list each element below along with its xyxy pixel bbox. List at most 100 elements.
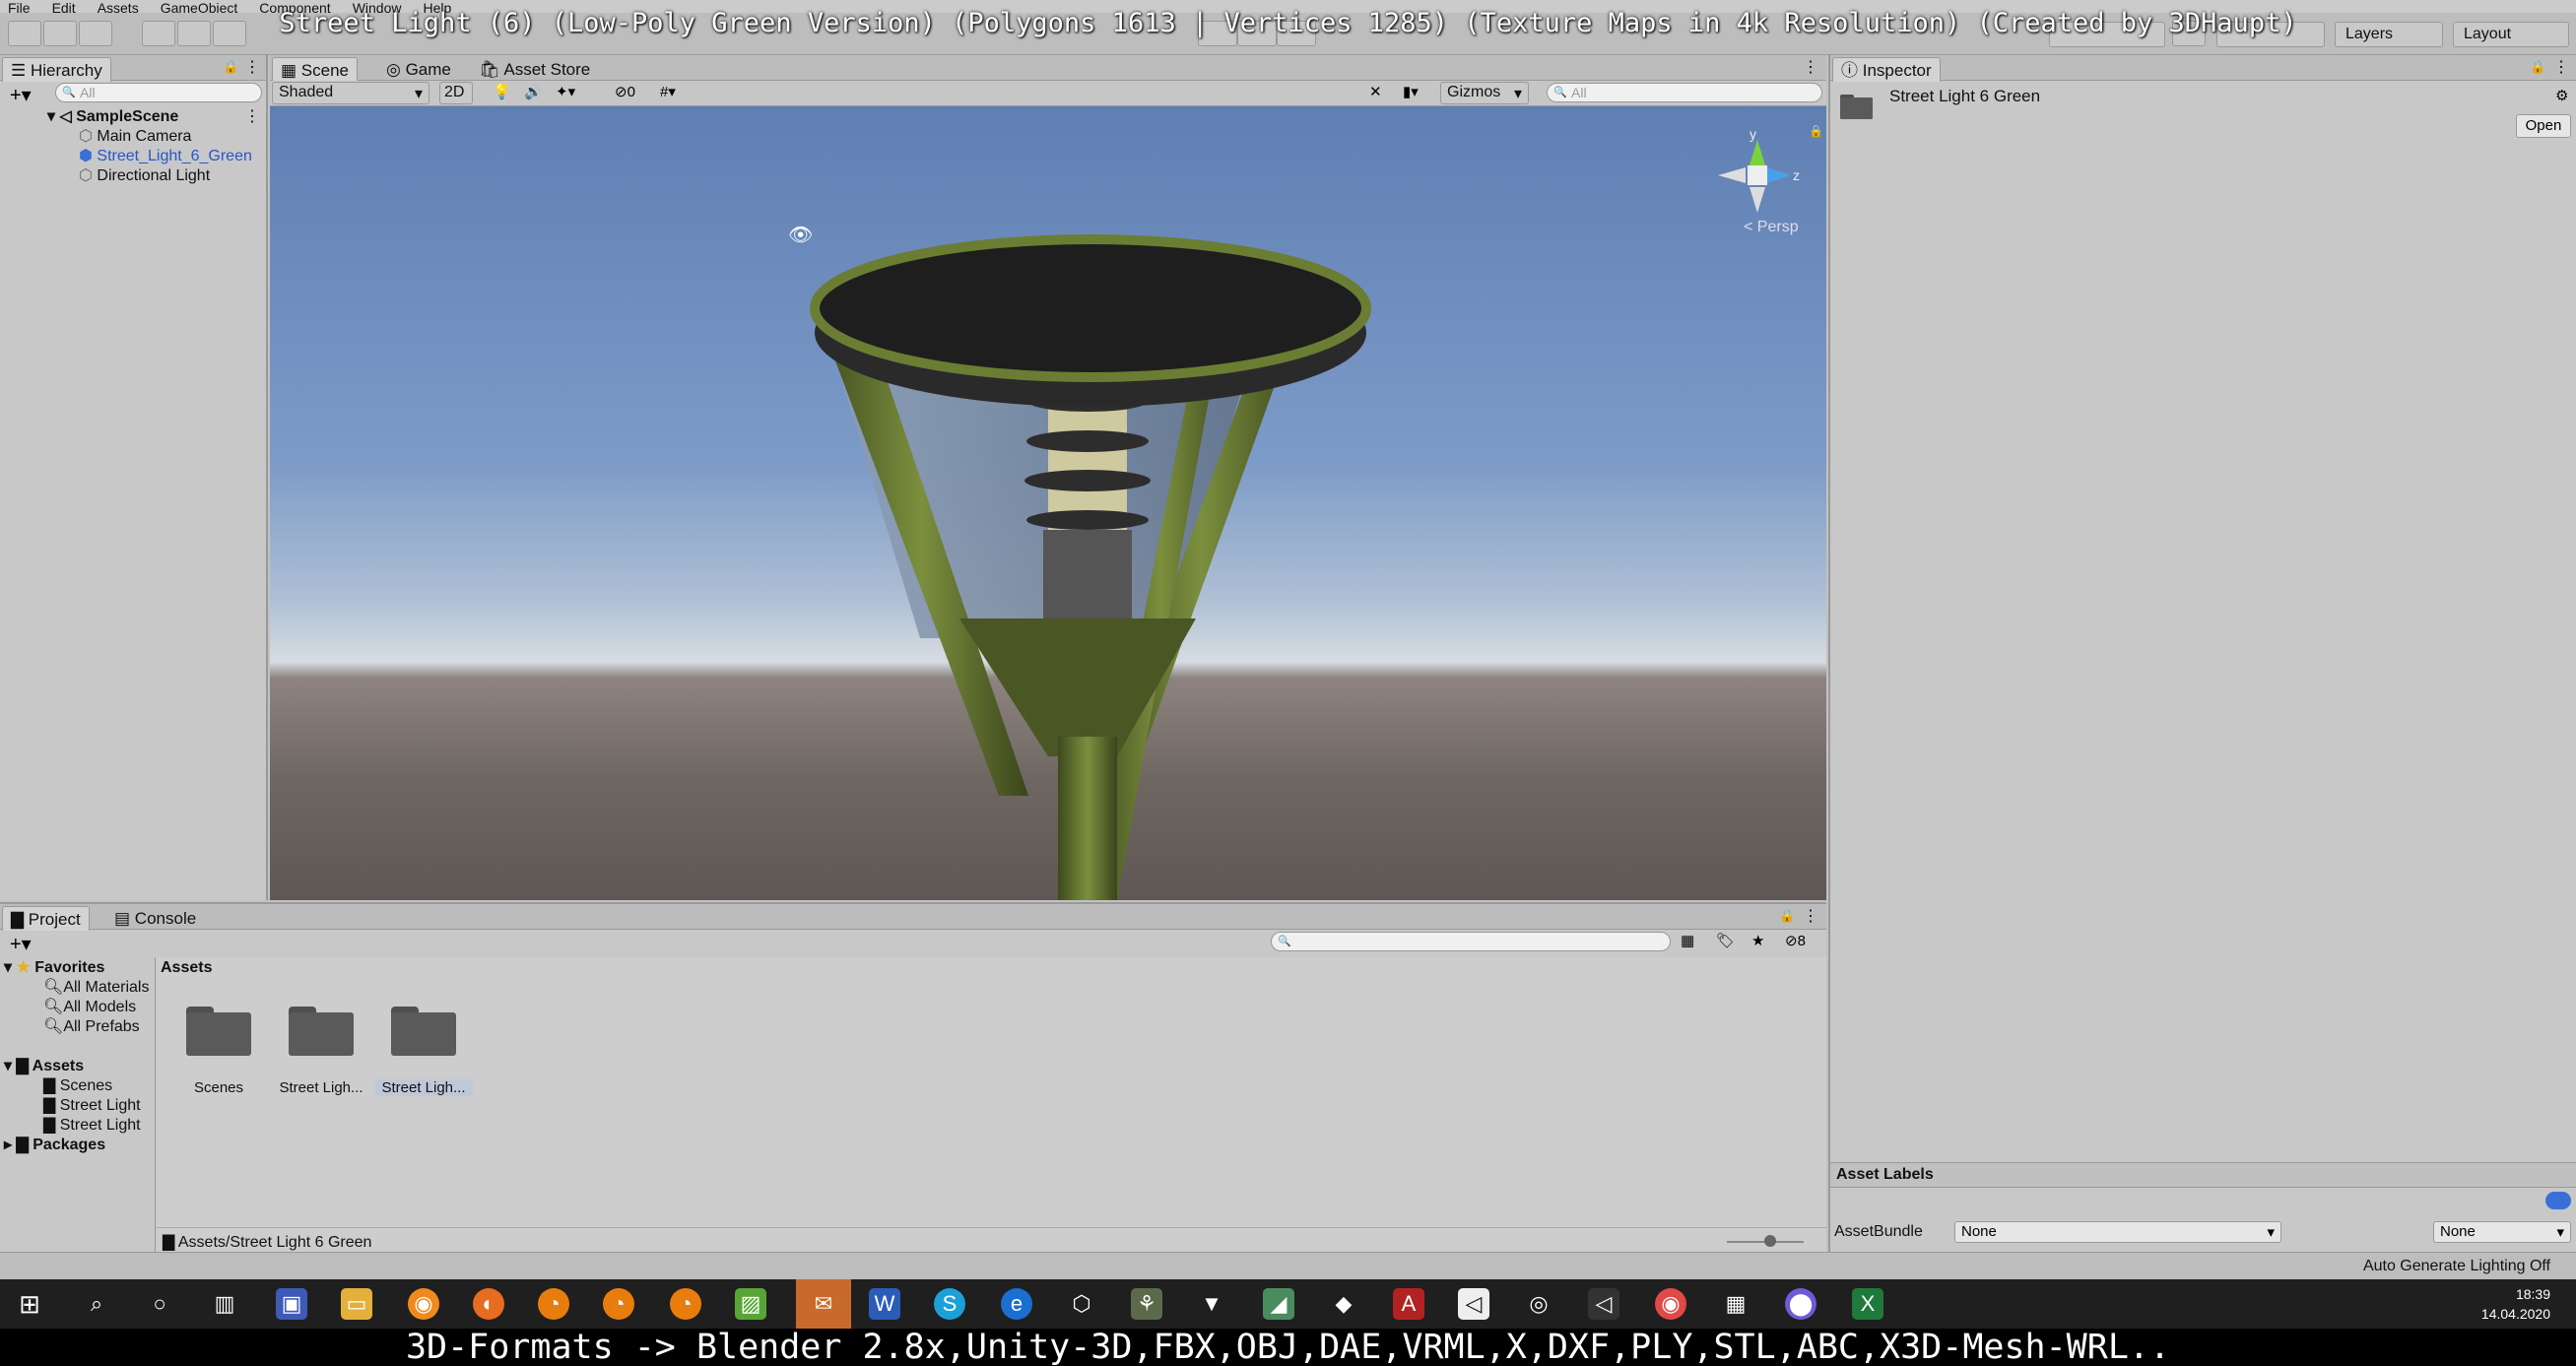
maps-pin-icon[interactable]: ⬤: [1785, 1288, 1816, 1320]
vivaldi-icon[interactable]: ▼: [1196, 1288, 1227, 1320]
favorites-row[interactable]: ▾ ★ Favorites: [4, 957, 104, 977]
tab-scene[interactable]: ▦ Scene: [272, 57, 358, 82]
skype-icon[interactable]: S: [934, 1288, 965, 1320]
assets-tree-row[interactable]: ▾ ▇ Assets: [4, 1056, 84, 1075]
folder-icon[interactable]: [289, 1007, 354, 1056]
panel-menu-icon[interactable]: ⋮: [1803, 57, 1818, 77]
audio-toggle-icon[interactable]: 🔊: [524, 83, 543, 100]
asset-folder-item[interactable]: ▇ Street Light: [43, 1115, 141, 1135]
shading-mode-dropdown[interactable]: Shaded ▾: [272, 82, 429, 104]
cortana-icon[interactable]: ○: [144, 1288, 175, 1320]
lock-icon[interactable]: 🔒: [1779, 908, 1795, 924]
tab-hierarchy[interactable]: ☰ Hierarchy: [2, 57, 111, 82]
3d-viewer-icon[interactable]: ⬡: [1066, 1288, 1097, 1320]
blender-icon[interactable]: ◔: [603, 1288, 634, 1320]
outlook-icon-active[interactable]: ✉: [796, 1279, 851, 1329]
folder-label-selected[interactable]: Street Ligh...: [374, 1079, 473, 1096]
favorite-item[interactable]: 🔍︎All Models: [43, 997, 136, 1016]
packages-tree-row[interactable]: ▸ ▇ Packages: [4, 1135, 105, 1154]
tab-project[interactable]: ▇ Project: [2, 906, 90, 931]
tab-game[interactable]: ◎ Game: [378, 57, 459, 82]
hierarchy-list-icon: ☰: [11, 61, 31, 80]
create-add-button[interactable]: +▾: [10, 83, 32, 107]
grid-toggle-icon[interactable]: #▾: [660, 83, 676, 100]
unity-icon[interactable]: ◁: [1458, 1288, 1489, 1320]
panel-menu-icon[interactable]: ⋮: [244, 57, 260, 77]
calculator-icon[interactable]: ▦: [1720, 1288, 1751, 1320]
asset-folder-item[interactable]: ▇ Scenes: [43, 1075, 112, 1095]
effects-toggle-icon[interactable]: ✦▾: [556, 83, 575, 100]
panel-menu-icon[interactable]: ⋮: [2553, 57, 2569, 77]
hierarchy-item-selected[interactable]: ⬢ Street_Light_6_Green: [79, 146, 252, 165]
lighting-status[interactable]: Auto Generate Lighting Off: [2363, 1258, 2550, 1275]
tab-inspector[interactable]: ⓘ Inspector: [1832, 57, 1941, 82]
camera-dropdown-icon[interactable]: ▮▾: [1403, 83, 1419, 100]
excel-icon[interactable]: X: [1852, 1288, 1883, 1320]
blender-icon[interactable]: ◔: [538, 1288, 569, 1320]
access-icon[interactable]: A: [1393, 1288, 1424, 1320]
clock[interactable]: 18:39 14.04.2020: [2481, 1284, 2550, 1324]
blender-icon[interactable]: ◔: [670, 1288, 701, 1320]
folder-icon-selected[interactable]: [391, 1007, 456, 1056]
gizmos-dropdown[interactable]: Gizmos ▾: [1440, 82, 1529, 104]
hierarchy-item[interactable]: ⬡ Directional Light: [79, 165, 210, 185]
lock-icon[interactable]: 🔒: [1809, 124, 1823, 138]
lock-icon[interactable]: 🔒: [223, 59, 238, 75]
hidden-objects-toggle[interactable]: ⊘0: [615, 83, 635, 100]
favorite-star-icon[interactable]: ★: [1751, 932, 1764, 949]
search-by-type-icon[interactable]: ▦: [1681, 932, 1694, 949]
lighting-toggle-icon[interactable]: 💡: [493, 83, 511, 100]
scene-menu-icon[interactable]: ⋮: [244, 106, 260, 126]
tab-console[interactable]: ▤ Console: [106, 906, 204, 931]
scene-row[interactable]: ▾ ◁ SampleScene: [47, 106, 178, 126]
gizmo-z-arrow[interactable]: [1767, 167, 1791, 183]
gizmo-center-cube[interactable]: [1748, 165, 1767, 185]
save-app-icon[interactable]: ▣: [276, 1288, 307, 1320]
app-icon[interactable]: ◢: [1263, 1288, 1294, 1320]
asset-variant-dropdown[interactable]: None ▾: [2433, 1221, 2571, 1243]
gizmo-neg-y-arrow[interactable]: [1750, 187, 1765, 213]
hierarchy-search-input[interactable]: All: [55, 83, 262, 102]
word-icon[interactable]: W: [869, 1288, 900, 1320]
firefox-icon[interactable]: ◐: [473, 1288, 504, 1320]
settings-gear-icon[interactable]: ⚙: [2555, 87, 2568, 104]
perspective-label[interactable]: < Persp: [1744, 219, 1799, 236]
label-tag-icon[interactable]: [2545, 1192, 2571, 1209]
unity-icon-active[interactable]: ◁: [1588, 1288, 1619, 1320]
file-explorer-icon[interactable]: ▭: [341, 1288, 372, 1320]
windows-start-icon[interactable]: ⊞: [14, 1288, 45, 1320]
edge-icon[interactable]: e: [1001, 1288, 1032, 1320]
gizmo-x-arrow[interactable]: [1718, 167, 1746, 183]
orientation-gizmo[interactable]: y z 🔒 < Persp: [1708, 124, 1826, 242]
unity-hub-icon[interactable]: ◆: [1328, 1288, 1359, 1320]
app-icon[interactable]: ◉: [408, 1288, 439, 1320]
search-by-label-icon[interactable]: 🏷: [1716, 932, 1735, 949]
tools-icon[interactable]: ✕: [1369, 83, 1382, 100]
scene-viewport[interactable]: 👁 y z 🔒 < Persp: [270, 106, 1826, 900]
icon-size-slider-thumb[interactable]: [1764, 1235, 1776, 1247]
create-add-button[interactable]: +▾: [10, 932, 32, 956]
open-button[interactable]: Open: [2516, 114, 2571, 138]
app-icon[interactable]: ⚘: [1131, 1288, 1162, 1320]
task-view-icon[interactable]: ▥: [209, 1288, 240, 1320]
app-icon[interactable]: ◉: [1655, 1288, 1686, 1320]
folder-label[interactable]: Street Ligh...: [272, 1079, 370, 1096]
folder-icon[interactable]: [186, 1007, 251, 1056]
obs-icon[interactable]: ◎: [1523, 1288, 1554, 1320]
scene-search-input[interactable]: All: [1547, 83, 1822, 102]
favorite-item[interactable]: 🔍︎All Materials: [43, 977, 149, 997]
2d-toggle[interactable]: 2D: [439, 82, 473, 104]
hierarchy-item[interactable]: ⬡ Main Camera: [79, 126, 191, 146]
asset-folder-item[interactable]: ▇ Street Light: [43, 1095, 141, 1115]
lock-icon[interactable]: 🔒: [2530, 59, 2545, 75]
image-editor-icon[interactable]: ▨: [735, 1288, 766, 1320]
project-search-input[interactable]: [1271, 932, 1671, 951]
favorite-item[interactable]: 🔍︎All Prefabs: [43, 1016, 140, 1036]
panel-menu-icon[interactable]: ⋮: [1803, 906, 1818, 926]
tab-asset-store[interactable]: 🛍 Asset Store: [471, 57, 598, 82]
search-icon[interactable]: ⌕: [81, 1288, 112, 1320]
hidden-packages-toggle[interactable]: ⊘8: [1785, 932, 1806, 949]
asset-bundle-dropdown[interactable]: None ▾: [1954, 1221, 2281, 1243]
folder-label[interactable]: Scenes: [169, 1079, 268, 1096]
gizmo-y-arrow[interactable]: [1750, 140, 1765, 165]
